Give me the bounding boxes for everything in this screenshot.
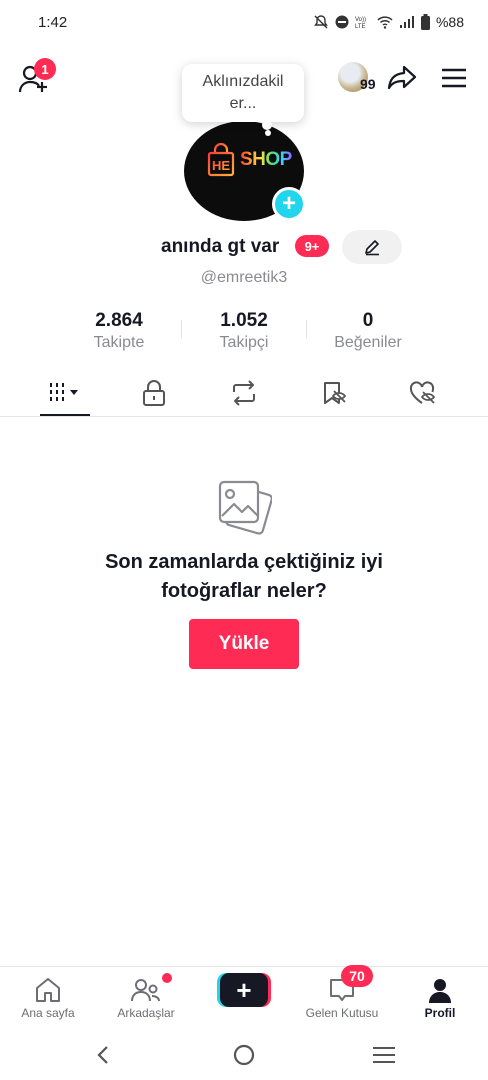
lock-icon [143, 380, 165, 406]
tab-private[interactable] [109, 370, 199, 416]
add-friend-badge: 1 [34, 58, 56, 80]
nav-inbox-label: Gelen Kutusu [305, 1006, 379, 1020]
thoughts-bubble-line2: er... [229, 95, 257, 112]
status-icons: Vo)) LTE %88 [313, 14, 464, 30]
battery-icon [420, 14, 430, 30]
menu-button[interactable] [440, 64, 468, 92]
upload-button[interactable]: Yükle [189, 619, 299, 669]
friends-icon [131, 979, 160, 1002]
status-bar: 1:42 Vo)) LTE %88 [0, 0, 488, 44]
stat-likes[interactable]: 0 Beğeniler [308, 310, 428, 352]
stat-following[interactable]: 2.864 Takipte [59, 310, 179, 352]
shopping-bag-icon: HE [207, 143, 235, 177]
battery-percent: %88 [435, 14, 464, 30]
nav-home-label: Ana sayfa [21, 1006, 75, 1020]
back-chevron-icon [97, 1046, 108, 1064]
stat-likes-value: 0 [362, 310, 374, 331]
tab-favorites[interactable] [290, 370, 380, 416]
plus-icon: + [220, 973, 268, 1007]
stat-followers-label: Takipçi [219, 334, 269, 351]
avatar-shop-text: SHOP [240, 149, 292, 170]
recents-icon [373, 1047, 395, 1063]
stat-likes-label: Beğeniler [334, 334, 402, 351]
nav-friends-label: Arkadaşlar [117, 1006, 175, 1020]
home-icon [36, 978, 60, 1002]
name-badge[interactable]: 9+ [295, 235, 329, 257]
thoughts-bubble[interactable]: Aklınızdakil er... [182, 64, 304, 136]
pencil-icon [365, 240, 379, 256]
wifi-icon [377, 16, 393, 29]
share-profile-button[interactable] [386, 62, 418, 94]
nav-profile-label: Profil [424, 1006, 456, 1020]
nav-friends[interactable]: Arkadaşlar [100, 967, 192, 1027]
heart-hidden-icon [409, 381, 436, 404]
grid-filter-icon [50, 383, 78, 401]
inbox-badge: 70 [341, 965, 373, 987]
system-recents-button[interactable] [369, 1042, 399, 1068]
svg-text:HE: HE [212, 158, 230, 173]
svg-text:Vo)): Vo)) [355, 17, 366, 23]
system-home-button[interactable] [229, 1042, 259, 1068]
share-arrow-icon [387, 65, 417, 90]
content-tabs [0, 370, 488, 417]
empty-state-line2: fotoğraflar neler? [161, 580, 327, 602]
stat-divider [306, 320, 307, 338]
dnd-icon [335, 15, 349, 29]
stat-followers-value: 1.052 [220, 310, 268, 331]
tab-liked[interactable] [378, 370, 468, 416]
system-back-button[interactable] [88, 1042, 118, 1068]
stat-following-label: Takipte [93, 334, 145, 351]
stat-followers[interactable]: 1.052 Takipçi [184, 310, 304, 352]
add-photo-button[interactable]: + [272, 187, 306, 221]
bubble-tail-dot [265, 130, 271, 136]
username: @emreetik3 [200, 269, 288, 286]
bubble-tail [262, 120, 272, 130]
nav-profile[interactable]: Profil [394, 967, 486, 1027]
stat-following-value: 2.864 [95, 310, 143, 331]
mute-icon [314, 15, 328, 29]
bottom-nav: Ana sayfa Arkadaşlar + Gelen Kutusu 70 P… [0, 965, 488, 1027]
repost-icon [233, 380, 255, 406]
nav-home[interactable]: Ana sayfa [2, 967, 94, 1027]
empty-state-line1: Son zamanlarda çektiğiniz iyi [105, 551, 383, 573]
tab-reposts[interactable] [199, 370, 289, 416]
empty-state-message: Son zamanlarda çektiğiniz iyi fotoğrafla… [0, 548, 488, 606]
profile-stats: 2.864 Takipte 1.052 Takipçi 0 Beğeniler [0, 310, 488, 354]
friends-notification-dot [162, 973, 172, 983]
display-name[interactable]: anında gt var [161, 236, 279, 258]
photos-icon [216, 478, 273, 536]
tab-active-indicator [40, 414, 90, 416]
add-friend-button[interactable]: 1 [18, 58, 56, 94]
home-circle-icon [233, 1044, 255, 1066]
stat-divider [181, 320, 182, 338]
coin-count: 99 [360, 76, 376, 92]
thoughts-bubble-line1: Aklınızdakil [202, 73, 284, 90]
profile-icon [429, 979, 451, 1003]
edit-profile-button[interactable] [342, 230, 402, 264]
tab-videos[interactable] [20, 370, 110, 416]
create-button[interactable]: + [217, 973, 271, 1007]
svg-text:LTE: LTE [355, 24, 366, 29]
coins-button[interactable]: 99 [338, 62, 378, 94]
hamburger-icon [442, 68, 466, 88]
signal-icon [399, 16, 414, 28]
system-nav-bar [0, 1030, 488, 1080]
status-time: 1:42 [38, 13, 68, 31]
name-row: anında gt var 9+ [0, 230, 488, 266]
avatar-logo: HE SHOP [206, 143, 292, 177]
profile-avatar[interactable]: HE SHOP + [184, 121, 306, 221]
volte-icon: Vo))LTE [355, 17, 366, 29]
bookmark-hidden-icon [324, 382, 347, 404]
